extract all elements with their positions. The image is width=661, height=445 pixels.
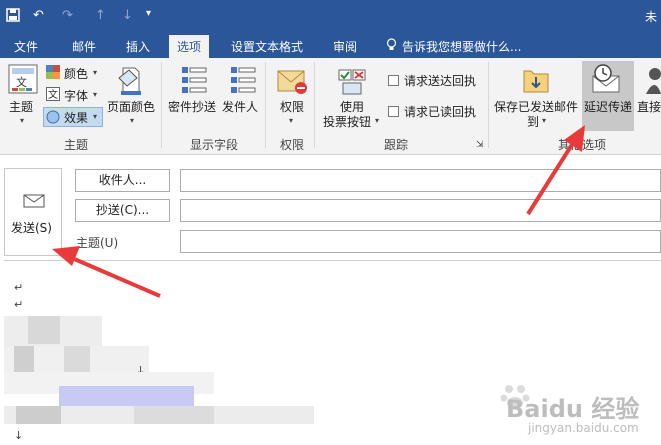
- arrow-to-delay: [526, 125, 585, 216]
- arrow-to-send: [52, 246, 161, 298]
- annotation-arrows: [52, 125, 585, 298]
